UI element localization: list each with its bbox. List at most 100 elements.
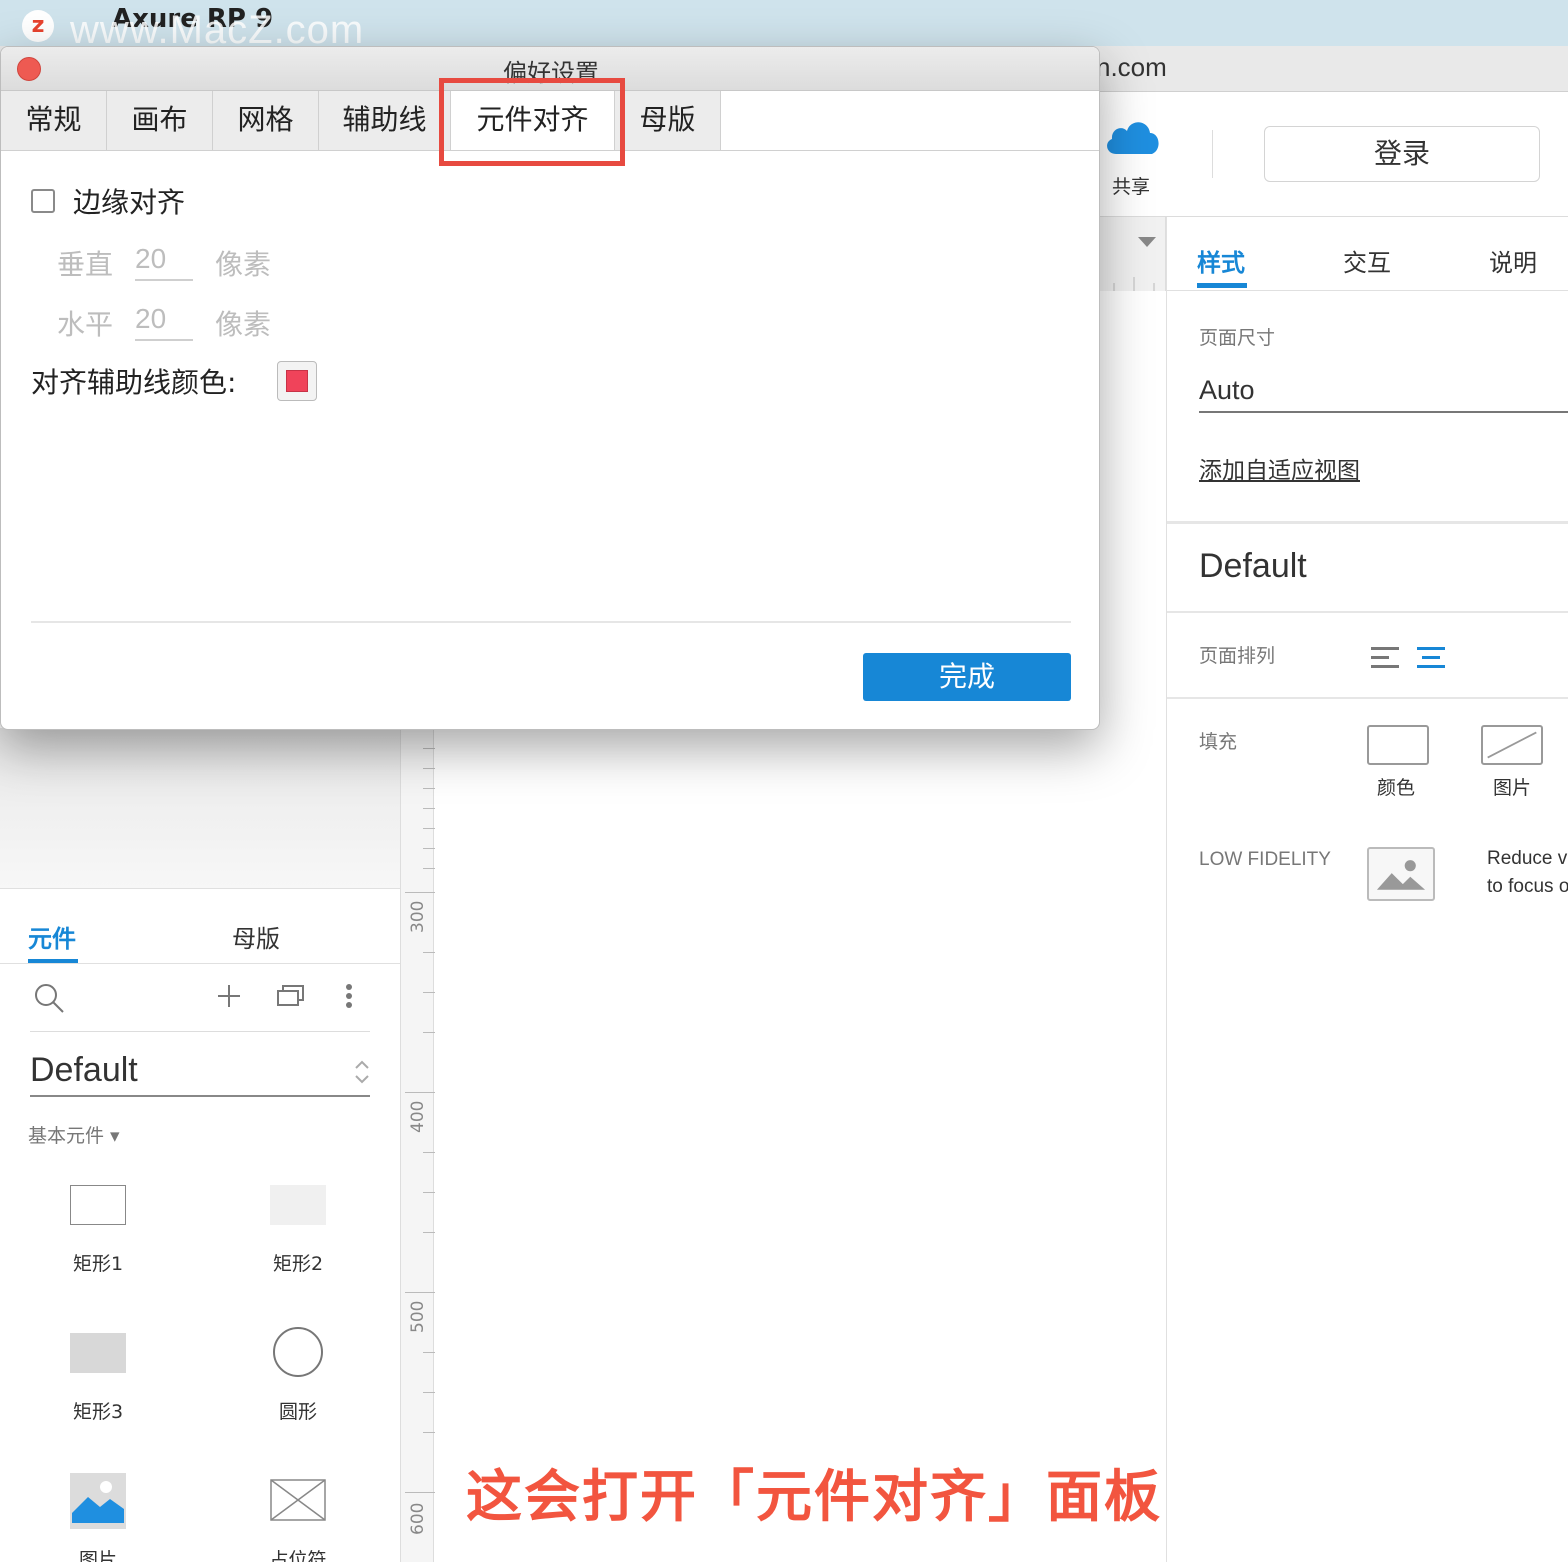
tutorial-caption: 这会打开「元件对齐」面板 — [466, 1465, 1162, 1530]
ruler-tick — [423, 848, 435, 849]
horizontal-offset-input[interactable]: 20 — [135, 303, 166, 335]
ruler-tick — [423, 748, 435, 749]
category-dropdown[interactable]: 基本元件 ▾ — [28, 1121, 120, 1148]
tab-general[interactable]: 常规 — [1, 91, 107, 150]
ruler-tick-major — [405, 1492, 435, 1493]
low-fidelity-description-line1: Reduce v — [1487, 848, 1568, 869]
search-icon[interactable] — [32, 981, 66, 1015]
fill-color-label: 颜色 — [1377, 777, 1416, 799]
main-window-title: n.com — [1096, 52, 1167, 82]
preferences-dialog: 偏好设置 常规 画布 网格 辅助线 元件对齐 母版 边缘对齐 垂直 20 像素 … — [0, 46, 1100, 730]
ruler-tick — [423, 768, 435, 769]
ruler-tick-major — [405, 1292, 435, 1293]
toolbar-divider — [1212, 130, 1213, 178]
tab-interaction[interactable]: 交互 — [1343, 243, 1391, 278]
add-icon[interactable] — [216, 983, 242, 1009]
ruler-tick — [423, 1232, 435, 1233]
toolbar-divider — [30, 1031, 370, 1032]
ruler-label-400: 400 — [408, 1100, 428, 1133]
ruler-tick — [423, 1392, 435, 1393]
guide-color-swatch — [286, 370, 308, 392]
fill-image-label: 图片 — [1493, 777, 1532, 799]
horizontal-unit: 像素 — [215, 308, 272, 341]
library-select[interactable]: Default — [30, 1051, 138, 1090]
close-button[interactable] — [17, 57, 41, 81]
fill-label: 填充 — [1199, 731, 1238, 753]
circle-widget[interactable] — [273, 1327, 323, 1377]
vertical-ruler: 300 400 500 600 — [400, 728, 435, 1562]
ruler-tick — [423, 952, 435, 953]
tab-masters[interactable]: 母版 — [232, 919, 280, 954]
widget-label: 图片 — [78, 1549, 117, 1562]
widget-label: 矩形3 — [72, 1401, 124, 1423]
library-select-underline — [30, 1095, 370, 1097]
ruler-tick — [423, 1152, 435, 1153]
add-adaptive-view-link[interactable]: 添加自适应视图 — [1199, 451, 1360, 485]
image-widget-icon[interactable] — [70, 1473, 126, 1529]
vertical-offset-input[interactable]: 20 — [135, 243, 166, 275]
page-align-label: 页面排列 — [1199, 645, 1276, 667]
placeholder-widget-icon[interactable] — [270, 1479, 326, 1521]
tab-highlight-annotation — [439, 78, 625, 166]
section-divider — [1167, 611, 1568, 613]
page-size-select[interactable]: Auto — [1199, 375, 1255, 406]
tab-grid[interactable]: 网格 — [213, 91, 319, 150]
page-size-underline — [1199, 411, 1568, 413]
cloud-share-icon[interactable] — [1102, 114, 1162, 158]
vertical-label: 垂直 — [57, 248, 114, 281]
fill-image-button[interactable] — [1481, 725, 1543, 765]
section-divider — [1167, 521, 1568, 524]
menu-bar: z Axure RP 9 www.MacZ.com — [0, 0, 1568, 52]
updown-chevron-icon[interactable] — [352, 1057, 372, 1087]
ruler-ticks — [1113, 277, 1155, 291]
ruler-tick — [423, 1032, 435, 1033]
dialog-footer-divider — [31, 621, 1071, 623]
rectangle2-widget[interactable] — [270, 1185, 326, 1225]
tab-masters[interactable]: 母版 — [615, 91, 721, 150]
tab-widgets[interactable]: 元件 — [28, 919, 76, 954]
ruler-tick-major — [405, 892, 435, 893]
page-size-label: 页面尺寸 — [1199, 327, 1276, 349]
ruler-tick — [423, 808, 435, 809]
done-button[interactable]: 完成 — [863, 653, 1071, 701]
ruler-tick — [423, 992, 435, 993]
library-manage-icon[interactable] — [276, 983, 306, 1009]
tabs-divider — [0, 963, 400, 964]
guide-color-label: 对齐辅助线颜色: — [31, 366, 237, 399]
align-center-icon[interactable] — [1417, 647, 1447, 669]
low-fidelity-description-line2: to focus o — [1487, 876, 1568, 897]
low-fidelity-label: LOW FIDELITY — [1199, 849, 1331, 870]
inspector-tabs: 样式 交互 说明 — [1167, 217, 1568, 291]
ruler-tick — [423, 868, 435, 869]
vertical-unit: 像素 — [215, 248, 272, 281]
pages-panel-area — [0, 728, 400, 888]
rectangle3-widget[interactable] — [70, 1333, 126, 1373]
watermark-logo: z — [22, 10, 54, 42]
tab-canvas[interactable]: 画布 — [107, 91, 213, 150]
fill-color-button[interactable] — [1367, 725, 1429, 765]
tab-style[interactable]: 样式 — [1197, 243, 1245, 278]
ruler-tick — [423, 788, 435, 789]
ruler-tick — [423, 1192, 435, 1193]
ruler-tick-major — [405, 1092, 435, 1093]
widget-label: 圆形 — [278, 1401, 317, 1423]
tab-guides[interactable]: 辅助线 — [319, 91, 451, 150]
widget-label: 占位符 — [269, 1549, 327, 1562]
widget-label: 矩形2 — [272, 1253, 324, 1275]
chevron-down-icon[interactable] — [1138, 237, 1156, 247]
ruler-tick — [423, 1352, 435, 1353]
style-name[interactable]: Default — [1199, 547, 1307, 586]
inspector-panel: 样式 交互 说明 页面尺寸 Auto 添加自适应视图 Default 页面排列 … — [1166, 217, 1568, 1562]
edge-snap-checkbox[interactable] — [31, 189, 55, 213]
active-tab-indicator — [1197, 283, 1247, 288]
tab-notes[interactable]: 说明 — [1489, 243, 1537, 278]
image-icon[interactable] — [1367, 847, 1435, 901]
more-options-icon[interactable] — [342, 983, 356, 1011]
login-button[interactable]: 登录 — [1264, 126, 1540, 182]
rectangle1-widget[interactable] — [70, 1185, 126, 1225]
align-left-icon[interactable] — [1371, 647, 1401, 669]
ruler-tick — [423, 828, 435, 829]
ruler-label-300: 300 — [408, 900, 428, 933]
guide-color-picker[interactable] — [277, 361, 317, 401]
share-button-label[interactable]: 共享 — [1112, 172, 1150, 199]
